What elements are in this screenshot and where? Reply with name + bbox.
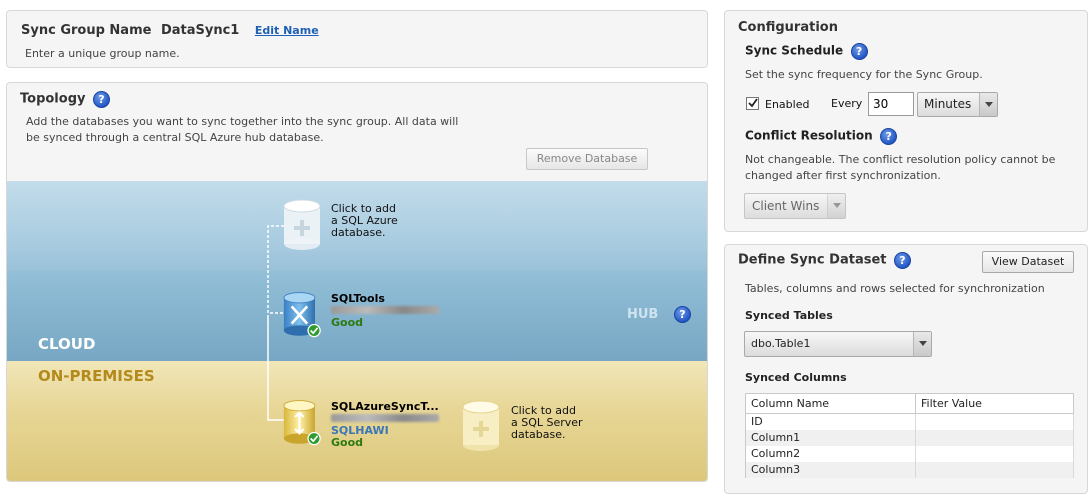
member-database-status: Good <box>331 436 364 449</box>
conflict-resolution-title: Conflict Resolution <box>745 128 873 143</box>
remove-database-button[interactable]: Remove Database <box>526 148 648 170</box>
checkmark-icon <box>748 98 758 108</box>
synced-columns-label: Synced Columns <box>745 371 847 384</box>
cloud-label: CLOUD <box>38 335 96 353</box>
hub-help-icon[interactable]: ? <box>674 306 691 323</box>
dataset-title: Define Sync Dataset <box>738 252 887 268</box>
every-label: Every <box>831 97 863 110</box>
filter-value-header[interactable]: Filter Value <box>915 393 1074 414</box>
sync-schedule-help-icon[interactable]: ? <box>850 43 868 60</box>
sync-group-label: Sync Group Name <box>21 23 152 38</box>
topology-title: Topology <box>20 91 86 107</box>
view-dataset-button[interactable]: View Dataset <box>982 251 1074 273</box>
interval-unit-select[interactable]: Minutes <box>917 92 998 117</box>
table-row[interactable]: Column1 <box>745 429 1074 446</box>
conflict-policy-value: Client Wins <box>752 199 820 213</box>
edit-name-link[interactable]: Edit Name <box>255 24 319 37</box>
table-row[interactable]: Column2 <box>745 445 1074 462</box>
hub-label: HUB <box>627 307 659 322</box>
conflict-help-icon[interactable]: ? <box>880 128 898 145</box>
enabled-checkbox[interactable] <box>746 97 759 110</box>
on-premises-label: ON-PREMISES <box>38 367 155 385</box>
hub-server-redacted <box>331 306 439 314</box>
synced-tables-select[interactable]: dbo.Table1 <box>744 331 932 357</box>
add-server-text[interactable]: Click to add a SQL Server database. <box>511 405 583 441</box>
synced-table-value: dbo.Table1 <box>751 337 811 350</box>
sync-schedule-desc: Set the sync frequency for the Sync Grou… <box>745 68 983 81</box>
hub-database-name[interactable]: SQLTools <box>331 293 439 305</box>
sync-group-panel: Sync Group Name DataSync1 Edit Name Ente… <box>6 10 708 68</box>
chevron-down-icon <box>827 194 845 218</box>
synced-columns-table: Column Name Filter Value ID Column1 Colu… <box>745 393 1074 478</box>
table-row[interactable]: ID <box>745 413 1074 430</box>
sync-schedule-title: Sync Schedule <box>745 43 844 58</box>
configuration-title: Configuration <box>738 20 838 35</box>
add-server-database-icon[interactable] <box>462 399 500 453</box>
hub-database-icon[interactable] <box>283 288 321 342</box>
configuration-panel: Configuration Sync Schedule ? Set the sy… <box>724 10 1088 232</box>
conflict-desc-2: changed after first synchronization. <box>745 169 941 182</box>
sync-group-hint: Enter a unique group name. <box>25 47 180 60</box>
dataset-desc: Tables, columns and rows selected for sy… <box>745 282 1045 295</box>
member-database-name[interactable]: SQLAzureSyncT... <box>331 401 439 413</box>
topology-panel: Topology ? Add the databases you want to… <box>6 82 708 482</box>
table-row[interactable]: Column3 <box>745 461 1074 478</box>
chevron-down-icon <box>979 93 997 116</box>
every-value-input[interactable] <box>868 92 914 116</box>
add-azure-text[interactable]: Click to add a SQL Azure database. <box>331 203 398 239</box>
dataset-help-icon[interactable]: ? <box>893 252 911 269</box>
member-database-icon[interactable] <box>283 396 321 450</box>
conflict-desc-1: Not changeable. The conflict resolution … <box>745 153 1056 166</box>
column-name-header[interactable]: Column Name <box>745 393 916 414</box>
interval-unit-value: Minutes <box>924 97 972 111</box>
sync-group-name: DataSync1 <box>160 23 240 38</box>
synced-tables-label: Synced Tables <box>745 309 833 322</box>
hub-database-status: Good <box>331 316 364 329</box>
topology-desc-2: be synced through a central SQL Azure hu… <box>26 131 324 144</box>
topology-help-icon[interactable]: ? <box>92 91 110 108</box>
enabled-label: Enabled <box>765 98 810 111</box>
conflict-policy-select: Client Wins <box>744 193 846 219</box>
sync-dataset-panel: Define Sync Dataset ? View Dataset Table… <box>724 244 1088 494</box>
chevron-down-icon <box>913 332 931 356</box>
member-server-redacted <box>331 414 439 422</box>
add-azure-database-icon[interactable] <box>283 198 321 252</box>
topology-desc-1: Add the databases you want to sync toget… <box>26 115 459 128</box>
